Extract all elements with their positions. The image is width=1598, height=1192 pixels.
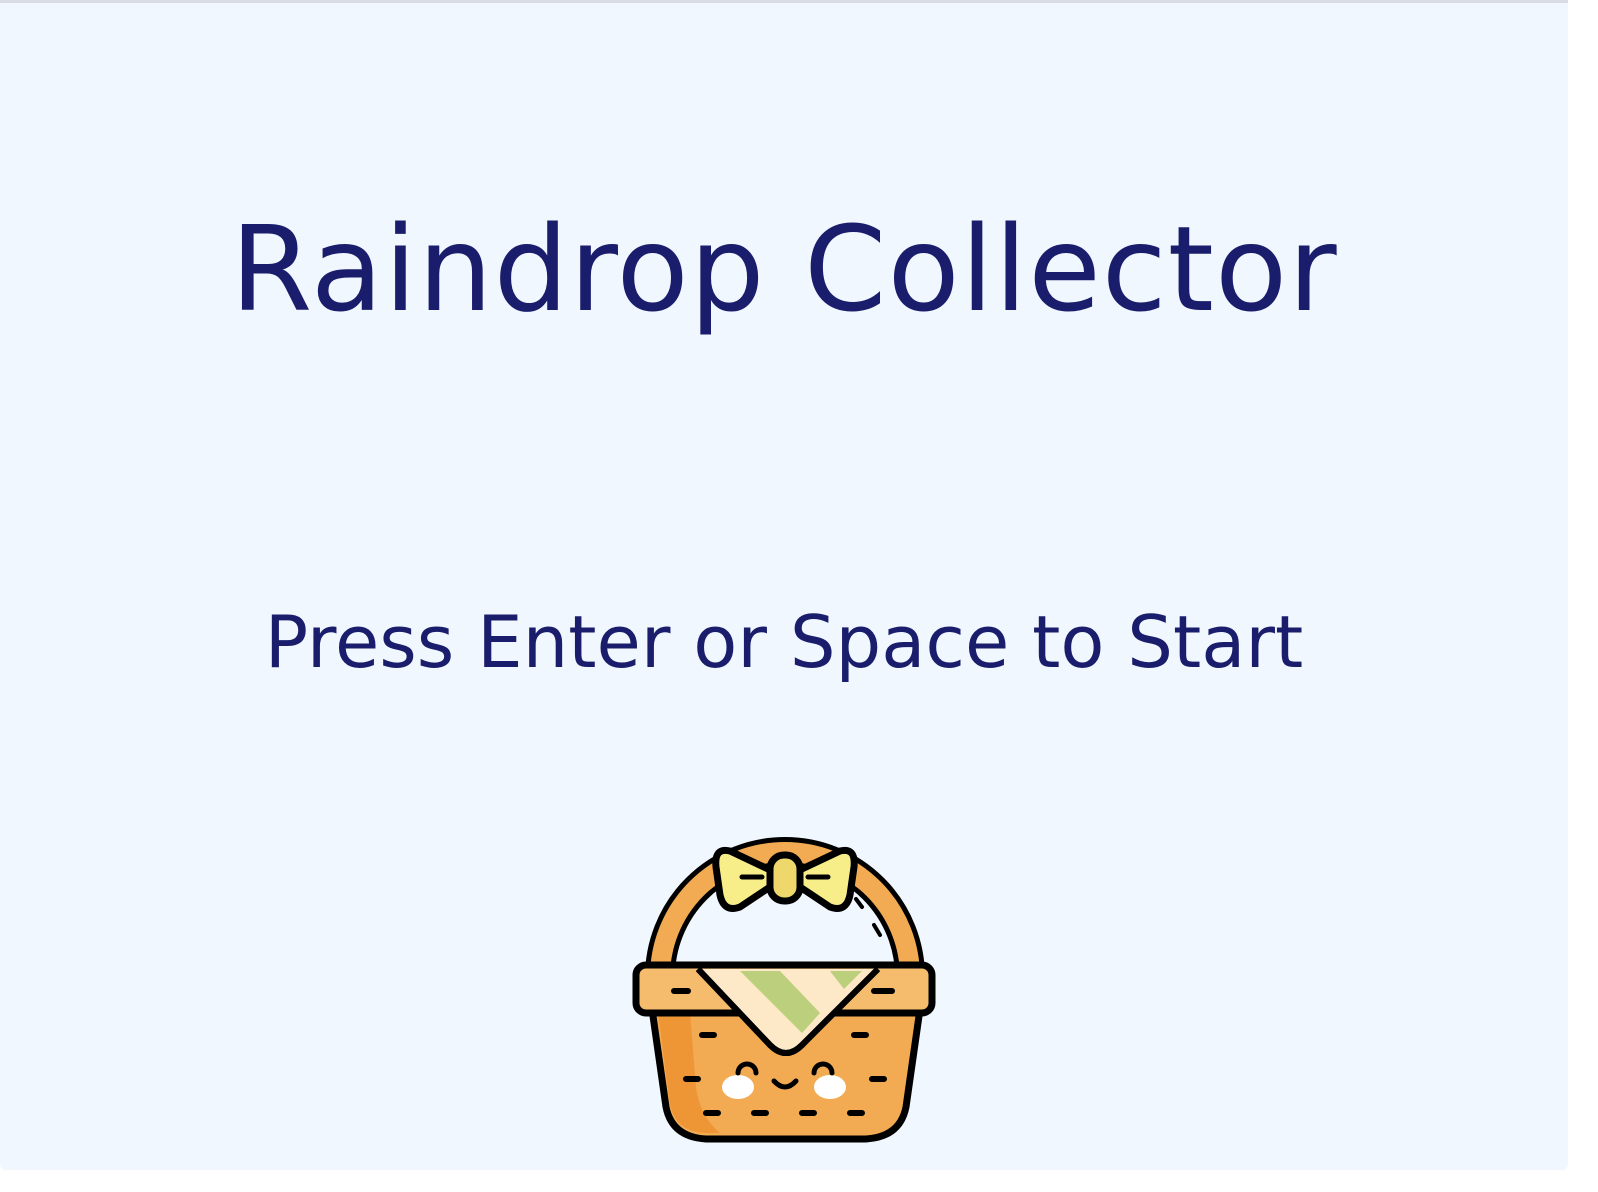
bow-icon: [712, 846, 858, 912]
basket-icon: [632, 837, 936, 1143]
start-prompt: Press Enter or Space to Start: [264, 600, 1304, 684]
game-canvas[interactable]: Raindrop Collector Press Enter or Space …: [0, 0, 1568, 1170]
game-title: Raindrop Collector: [230, 200, 1338, 338]
